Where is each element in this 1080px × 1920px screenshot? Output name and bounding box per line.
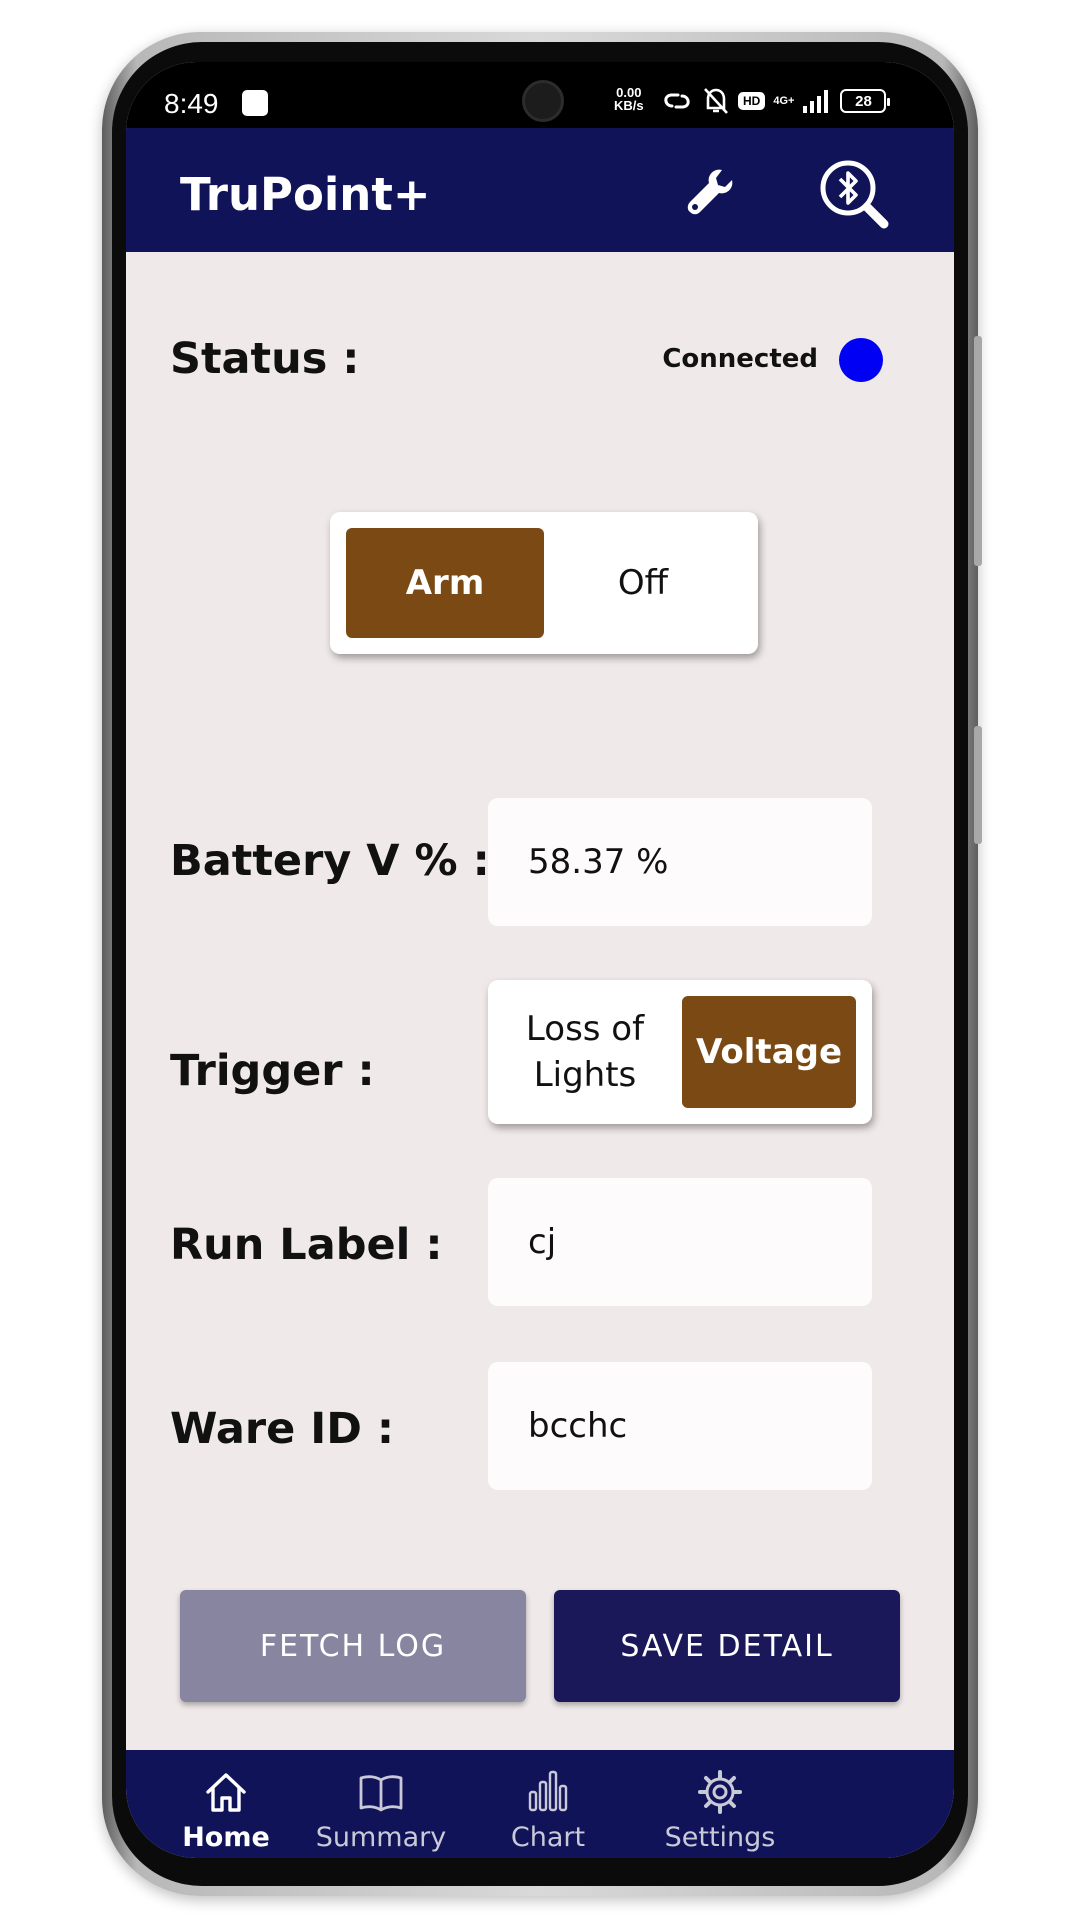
- arm-off-toggle: Arm Off: [330, 512, 758, 654]
- nav-settings[interactable]: Settings: [620, 1750, 820, 1858]
- status-time: 8:49: [164, 88, 219, 119]
- volume-button: [974, 336, 982, 566]
- hd-badge: HD: [738, 92, 766, 110]
- gear-icon: [698, 1770, 742, 1814]
- status-icons: HD 4G+ 28: [660, 84, 891, 118]
- battery-level: 28: [855, 92, 872, 110]
- status-label: Status :: [170, 334, 360, 384]
- signal-icon: [803, 90, 829, 113]
- voltage-option[interactable]: Voltage: [682, 996, 856, 1108]
- fetch-log-button[interactable]: FETCH LOG: [180, 1590, 526, 1702]
- notification-icon: [242, 90, 268, 116]
- front-camera: [522, 80, 564, 122]
- app-title: TruPoint+: [180, 168, 431, 221]
- status-bar: 8:49 0.00 KB/s HD 4G+ 28: [126, 62, 954, 128]
- link-icon: [664, 93, 690, 109]
- mute-bell-icon: [704, 88, 728, 114]
- run-label-label: Run Label :: [170, 1220, 443, 1270]
- network-type: 4G+: [773, 94, 795, 107]
- trigger-label: Trigger :: [170, 1046, 375, 1096]
- nav-chart[interactable]: Chart: [448, 1750, 648, 1858]
- run-label-input[interactable]: cj: [488, 1178, 872, 1306]
- nav-settings-label: Settings: [664, 1822, 776, 1853]
- status-indicator: [839, 338, 883, 382]
- ware-id-input[interactable]: bcchc: [488, 1362, 872, 1490]
- loss-of-lights-text: Loss of Lights: [525, 1009, 645, 1095]
- trigger-toggle: Loss of Lights Voltage: [488, 980, 872, 1124]
- battery-label: Battery V % :: [170, 836, 490, 886]
- nav-chart-label: Chart: [510, 1822, 586, 1853]
- battery-indicator: 28: [840, 89, 891, 113]
- book-icon: [359, 1775, 403, 1812]
- save-detail-button[interactable]: SAVE DETAIL: [554, 1590, 900, 1702]
- bottom-navigation: Home Summary Chart Settings: [126, 1750, 954, 1858]
- chart-icon: [528, 1770, 568, 1812]
- ware-id-label: Ware ID :: [170, 1404, 395, 1454]
- connection-status: Connected: [662, 344, 818, 374]
- network-speed-unit: KB/s: [614, 98, 644, 113]
- wrench-icon[interactable]: [682, 164, 738, 220]
- bluetooth-search-icon[interactable]: [816, 156, 892, 232]
- network-speed: 0.00 KB/s: [614, 86, 644, 112]
- arm-option[interactable]: Arm: [346, 528, 544, 638]
- off-option[interactable]: Off: [544, 528, 742, 638]
- loss-of-lights-option[interactable]: Loss of Lights: [488, 996, 682, 1108]
- battery-value-field: 58.37 %: [488, 798, 872, 926]
- app-bar: TruPoint+: [126, 128, 954, 252]
- power-button: [974, 726, 982, 844]
- home-icon: [206, 1773, 246, 1812]
- screen: 8:49 0.00 KB/s HD 4G+ 28 TruPoint+ Statu…: [126, 62, 954, 1858]
